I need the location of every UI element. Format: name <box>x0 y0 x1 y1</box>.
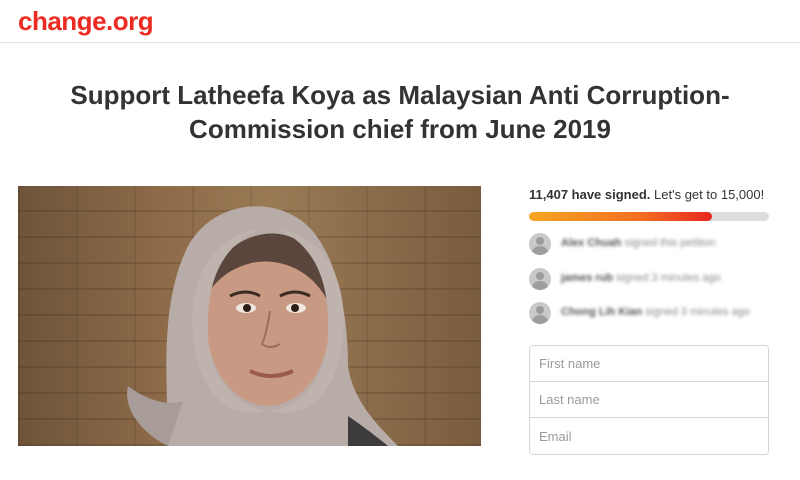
signature-status: 11,407 have signed. Let's get to 15,000! <box>529 187 764 202</box>
signer-name: james rub <box>561 272 613 284</box>
signature-count: 11,407 have signed. <box>529 187 651 202</box>
petition-photo <box>18 186 481 446</box>
top-bar: change.org <box>0 0 800 43</box>
recent-signer-text: james rub signed 3 minutes ago <box>561 272 721 284</box>
recent-signer: Chong Lih Kian signed 3 minutes ago <box>529 302 769 326</box>
signer-name: Alex Chuah <box>561 237 622 249</box>
recent-signer-text: Chong Lih Kian signed 3 minutes ago <box>561 306 750 318</box>
person-photo-icon <box>127 206 398 446</box>
signer-action: signed 3 minutes ago <box>645 306 750 318</box>
signature-goal: Let's get to 15,000! <box>654 187 765 202</box>
sign-petition-form <box>529 345 769 455</box>
recent-signer: james rub signed 3 minutes ago <box>529 268 769 292</box>
first-name-field[interactable] <box>530 346 768 382</box>
petition-title: Support Latheefa Koya as Malaysian Anti … <box>70 80 730 144</box>
change-org-logo[interactable]: change.org <box>18 6 154 37</box>
avatar-icon <box>529 233 551 255</box>
avatar-icon <box>529 268 551 290</box>
avatar-icon <box>529 302 551 324</box>
signature-progress-fill <box>529 212 712 221</box>
recent-signer: Alex Chuah signed this petition <box>529 233 769 257</box>
signer-action: signed 3 minutes ago <box>616 272 721 284</box>
signature-progress-bar <box>529 212 769 221</box>
signer-action: signed this petition <box>624 237 716 249</box>
last-name-field[interactable] <box>530 382 768 418</box>
recent-signer-text: Alex Chuah signed this petition <box>561 237 716 249</box>
email-field[interactable] <box>530 418 768 454</box>
signer-name: Chong Lih Kian <box>561 306 643 318</box>
